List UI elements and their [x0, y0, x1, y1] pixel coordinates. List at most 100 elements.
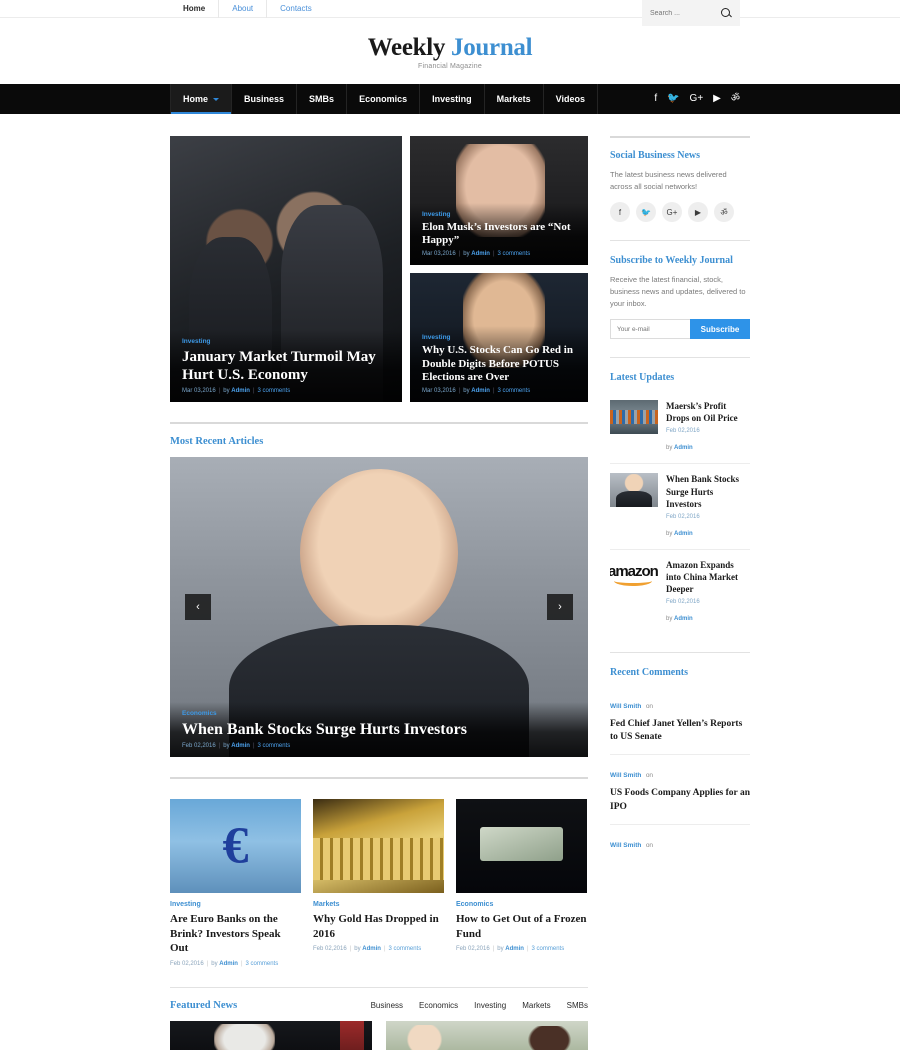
top-nav-contacts[interactable]: Contacts [267, 0, 325, 18]
update-author-amazon[interactable]: Admin [674, 616, 693, 622]
slider-category[interactable]: Economics [182, 710, 576, 717]
nav-item-smbs[interactable]: SMBs [297, 84, 348, 114]
rss-icon[interactable]: ॐ [714, 202, 734, 223]
tab-smbs[interactable]: SMBs [567, 1001, 588, 1010]
site-logo[interactable]: Weekly Journal [0, 34, 900, 62]
hero-feature-title[interactable]: January Market Turmoil May Hurt U.S. Eco… [182, 348, 390, 384]
search-box[interactable] [642, 0, 740, 26]
list-item[interactable]: Amazon Expands into China Market Deeper … [610, 550, 750, 634]
search-icon[interactable] [721, 7, 732, 19]
google-plus-icon[interactable]: G+ [690, 94, 704, 104]
article-card-euro-banks[interactable]: Investing Are Euro Banks on the Brink? I… [170, 799, 301, 967]
card-title-euro-banks[interactable]: Are Euro Banks on the Brink? Investors S… [170, 912, 301, 956]
list-item[interactable]: Will Smith on US Foods Company Applies f… [610, 755, 750, 825]
hero-card-potus[interactable]: Investing Why U.S. Stocks Can Go Red in … [410, 273, 588, 402]
card-category-markets[interactable]: Markets [313, 901, 444, 908]
card-title-gold[interactable]: Why Gold Has Dropped in 2016 [313, 912, 444, 941]
widget-subscribe: Subscribe to Weekly Journal Receive the … [610, 255, 750, 340]
top-nav-home[interactable]: Home [170, 0, 220, 18]
group-photo-image [386, 1020, 588, 1050]
email-field[interactable] [610, 319, 690, 340]
widget-text-social-news: The latest business news delivered acros… [610, 170, 727, 191]
euro-banks-thumbnail[interactable] [170, 799, 301, 893]
container-ship-image [610, 400, 658, 435]
list-item[interactable]: Maersk’s Profit Drops on Oil Price Feb 0… [610, 391, 750, 465]
card-comments-euro-banks[interactable]: 3 comments [246, 961, 279, 967]
nav-item-investing[interactable]: Investing [420, 84, 485, 114]
widget-title-latest-updates: Latest Updates [610, 372, 675, 384]
comment-post-title-2[interactable]: US Foods Company Applies for an IPO [610, 787, 750, 813]
amazon-thumbnail [610, 558, 658, 593]
list-item[interactable]: When Bank Stocks Surge Hurts Investors F… [610, 464, 750, 550]
hero-feature-comments[interactable]: 3 comments [258, 388, 291, 394]
rss-icon[interactable]: ॐ [731, 94, 740, 104]
hero-card-potus-author[interactable]: Admin [471, 388, 490, 394]
hero-card-musk-author[interactable]: Admin [471, 251, 490, 257]
tab-investing[interactable]: Investing [474, 1001, 506, 1010]
facebook-icon[interactable]: f [610, 202, 630, 223]
tab-economics[interactable]: Economics [419, 1001, 458, 1010]
comment-author-1[interactable]: Will Smith [610, 703, 641, 710]
twitter-icon[interactable]: 🐦 [667, 94, 679, 104]
tab-business[interactable]: Business [371, 1001, 403, 1010]
nav-item-home[interactable]: Home [170, 84, 233, 114]
hero-feature-category[interactable]: Investing [182, 338, 390, 345]
update-title-amazon[interactable]: Amazon Expands into China Market Deeper [666, 559, 750, 595]
hero-card-musk-title[interactable]: Elon Musk’s Investors are “Not Happy” [422, 221, 576, 247]
hero-card-musk[interactable]: Investing Elon Musk’s Investors are “Not… [410, 136, 588, 265]
hero-card-potus-title[interactable]: Why U.S. Stocks Can Go Red in Double Dig… [422, 344, 576, 384]
list-item[interactable]: Will Smith on [610, 825, 750, 862]
card-comments-gold[interactable]: 3 comments [389, 946, 422, 952]
nav-item-business[interactable]: Business [232, 84, 298, 114]
gold-thumbnail[interactable] [313, 799, 444, 893]
recent-articles-slider[interactable]: ‹ › Economics When Bank Stocks Surge Hur… [170, 457, 588, 757]
update-author-bank-stocks[interactable]: Admin [674, 531, 693, 537]
featured-item-group[interactable] [386, 1020, 588, 1050]
search-input[interactable] [650, 9, 720, 17]
tab-markets[interactable]: Markets [522, 1001, 550, 1010]
sidebar-divider-3 [610, 652, 750, 654]
hero-feature-card[interactable]: Investing January Market Turmoil May Hur… [170, 136, 402, 402]
facebook-icon[interactable]: f [654, 94, 657, 104]
card-title-frozen-fund[interactable]: How to Get Out of a Frozen Fund [456, 912, 587, 941]
slider-next-button[interactable]: › [547, 594, 573, 620]
slider-comments[interactable]: 3 comments [258, 743, 291, 749]
hero-card-musk-comments[interactable]: 3 comments [498, 251, 531, 257]
hero-card-potus-comments[interactable]: 3 comments [498, 388, 531, 394]
card-category-investing[interactable]: Investing [170, 901, 301, 908]
card-comments-frozen-fund[interactable]: 3 comments [532, 946, 565, 952]
update-title-bank-stocks[interactable]: When Bank Stocks Surge Hurts Investors [666, 473, 750, 509]
nav-item-markets[interactable]: Markets [485, 84, 544, 114]
list-item[interactable]: Will Smith on Fed Chief Janet Yellen’s R… [610, 686, 750, 756]
card-author-euro-banks[interactable]: Admin [219, 961, 238, 967]
google-plus-icon[interactable]: G+ [662, 202, 682, 223]
hero-card-musk-category[interactable]: Investing [422, 211, 576, 218]
card-author-frozen-fund[interactable]: Admin [505, 946, 524, 952]
amazon-logo-image [610, 558, 658, 593]
top-nav-about[interactable]: About [219, 0, 268, 18]
slider-author[interactable]: Admin [231, 743, 250, 749]
update-title-maersk[interactable]: Maersk’s Profit Drops on Oil Price [666, 400, 750, 424]
slider-date: Feb 02,2016 [182, 743, 216, 749]
hero-feature-author[interactable]: Admin [231, 388, 250, 394]
youtube-icon[interactable]: ▶ [713, 94, 721, 104]
article-card-frozen-fund[interactable]: Economics How to Get Out of a Frozen Fun… [456, 799, 587, 967]
featured-item-yellen[interactable] [170, 1020, 372, 1050]
slider-prev-button[interactable]: ‹ [185, 594, 211, 620]
update-author-maersk[interactable]: Admin [674, 445, 693, 451]
youtube-icon[interactable]: ▶ [688, 202, 708, 223]
comment-post-title-1[interactable]: Fed Chief Janet Yellen’s Reports to US S… [610, 718, 750, 744]
comment-author-2[interactable]: Will Smith [610, 772, 641, 779]
slider-title[interactable]: When Bank Stocks Surge Hurts Investors [182, 720, 576, 739]
card-author-gold[interactable]: Admin [362, 946, 381, 952]
comment-author-3[interactable]: Will Smith [610, 842, 641, 849]
frozen-fund-thumbnail[interactable] [456, 799, 587, 893]
card-category-economics[interactable]: Economics [456, 901, 587, 908]
hero-card-potus-category[interactable]: Investing [422, 334, 576, 341]
widget-title-subscribe: Subscribe to Weekly Journal [610, 255, 733, 267]
twitter-icon[interactable]: 🐦 [636, 202, 656, 223]
subscribe-button[interactable]: Subscribe [690, 319, 750, 340]
nav-item-videos[interactable]: Videos [544, 84, 598, 114]
nav-item-economics[interactable]: Economics [347, 84, 421, 114]
article-card-gold[interactable]: Markets Why Gold Has Dropped in 2016 Feb… [313, 799, 444, 967]
